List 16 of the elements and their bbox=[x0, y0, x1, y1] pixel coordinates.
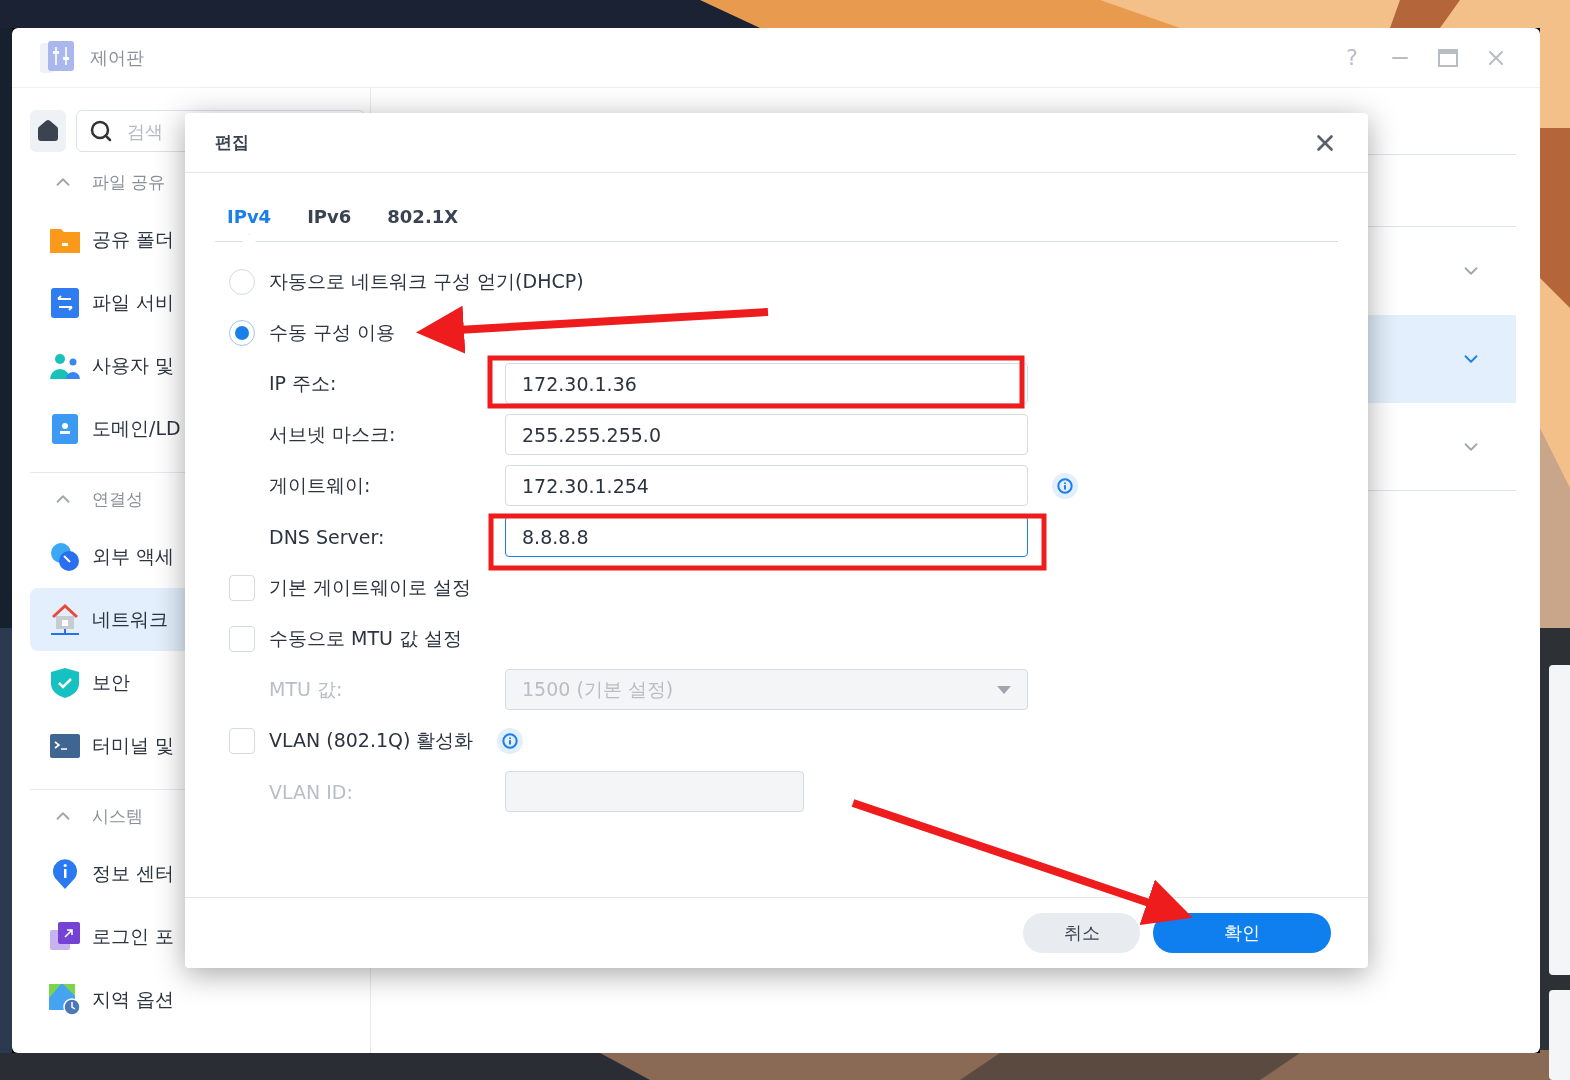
field-label: MTU 값: bbox=[269, 676, 344, 702]
field-label: DNS Server: bbox=[269, 525, 386, 548]
field-label: VLAN ID: bbox=[269, 780, 354, 803]
checkbox-label: 수동으로 MTU 값 설정 bbox=[269, 625, 463, 651]
dialog-title: 편집 bbox=[215, 131, 249, 154]
field-label: 게이트웨이: bbox=[269, 472, 372, 498]
radio-label: 자동으로 네트워크 구성 얻기(DHCP) bbox=[269, 268, 584, 294]
field-label: IP 주소: bbox=[269, 370, 338, 396]
section-title: 파일 공유 bbox=[92, 170, 166, 194]
radio-label: 수동 구성 이용 bbox=[269, 319, 396, 345]
checkbox-label: VLAN (802.1Q) 활성화 bbox=[269, 727, 474, 753]
field-label: 서브넷 마스크: bbox=[269, 421, 397, 447]
section-title: 연결성 bbox=[92, 487, 143, 511]
section-title: 시스템 bbox=[92, 804, 143, 828]
window-title: 제어판 bbox=[90, 45, 145, 70]
checkbox-label: 기본 게이트웨이로 설정 bbox=[269, 574, 472, 600]
